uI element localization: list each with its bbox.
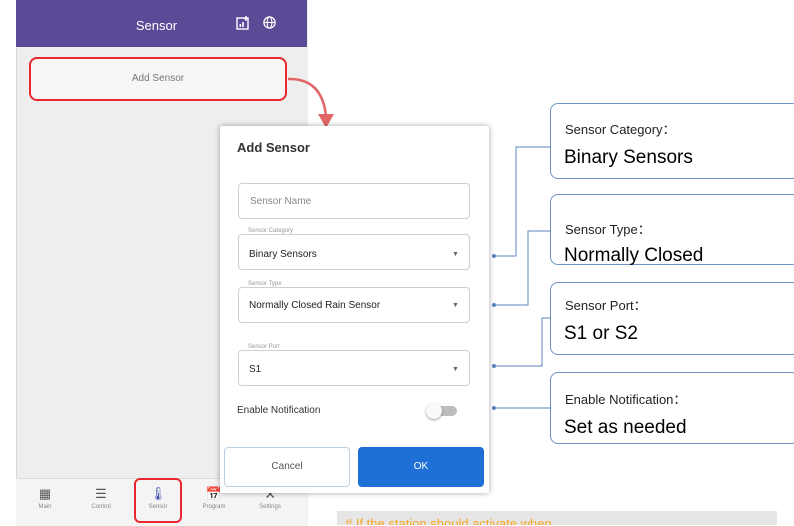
chevron-down-icon: ▼: [452, 366, 459, 373]
note-text: # If the station should activate when: [345, 516, 552, 525]
sensor-type-value: Normally Closed Rain Sensor: [249, 300, 381, 311]
connector-dot: [492, 364, 496, 368]
callout-sensor-category: Sensor Category： Binary Sensors: [550, 103, 794, 179]
connector-port: [494, 317, 550, 367]
dialog-title: Add Sensor: [237, 140, 310, 155]
sensor-category-value: Binary Sensors: [249, 249, 317, 260]
chevron-down-icon: ▼: [452, 251, 459, 258]
callout-title: Sensor Type：: [565, 222, 651, 237]
sensor-port-value: S1: [249, 364, 262, 375]
connector-dot: [492, 406, 496, 410]
sensor-name-placeholder: Sensor Name: [250, 196, 312, 207]
connector-dot: [492, 303, 496, 307]
callout-title: Sensor Port：: [565, 298, 647, 313]
callout-sensor-port: Sensor Port： S1 or S2: [550, 282, 794, 355]
cancel-button[interactable]: Cancel: [224, 447, 350, 487]
connector-dot: [492, 254, 496, 258]
sensor-port-label: Sensor Port: [246, 344, 282, 350]
connector-category: [494, 146, 550, 257]
curved-arrow: [287, 77, 328, 117]
ok-button[interactable]: OK: [358, 447, 484, 487]
toggle-knob[interactable]: [426, 403, 442, 419]
callout-enable-notification: Enable Notification： Set as needed: [550, 372, 794, 444]
callout-title: Sensor Category：: [565, 122, 676, 137]
callout-value: Binary Sensors: [564, 147, 693, 168]
note-bar: # If the station should activate when: [337, 511, 777, 525]
callout-value: S1 or S2: [564, 323, 638, 344]
sensor-type-label: Sensor Type: [246, 281, 284, 287]
connector-type: [494, 230, 550, 306]
callout-title: Enable Notification：: [565, 392, 687, 407]
sensor-port-select[interactable]: [238, 350, 470, 386]
callout-value: Set as needed: [564, 417, 687, 438]
sensor-category-label: Sensor Category: [246, 228, 296, 234]
callout-sensor-type: Sensor Type： Normally Closed: [550, 194, 794, 266]
chevron-down-icon: ▼: [452, 302, 459, 309]
callout-value: Normally Closed: [564, 245, 704, 266]
enable-notification-label: Enable Notification: [237, 405, 321, 416]
